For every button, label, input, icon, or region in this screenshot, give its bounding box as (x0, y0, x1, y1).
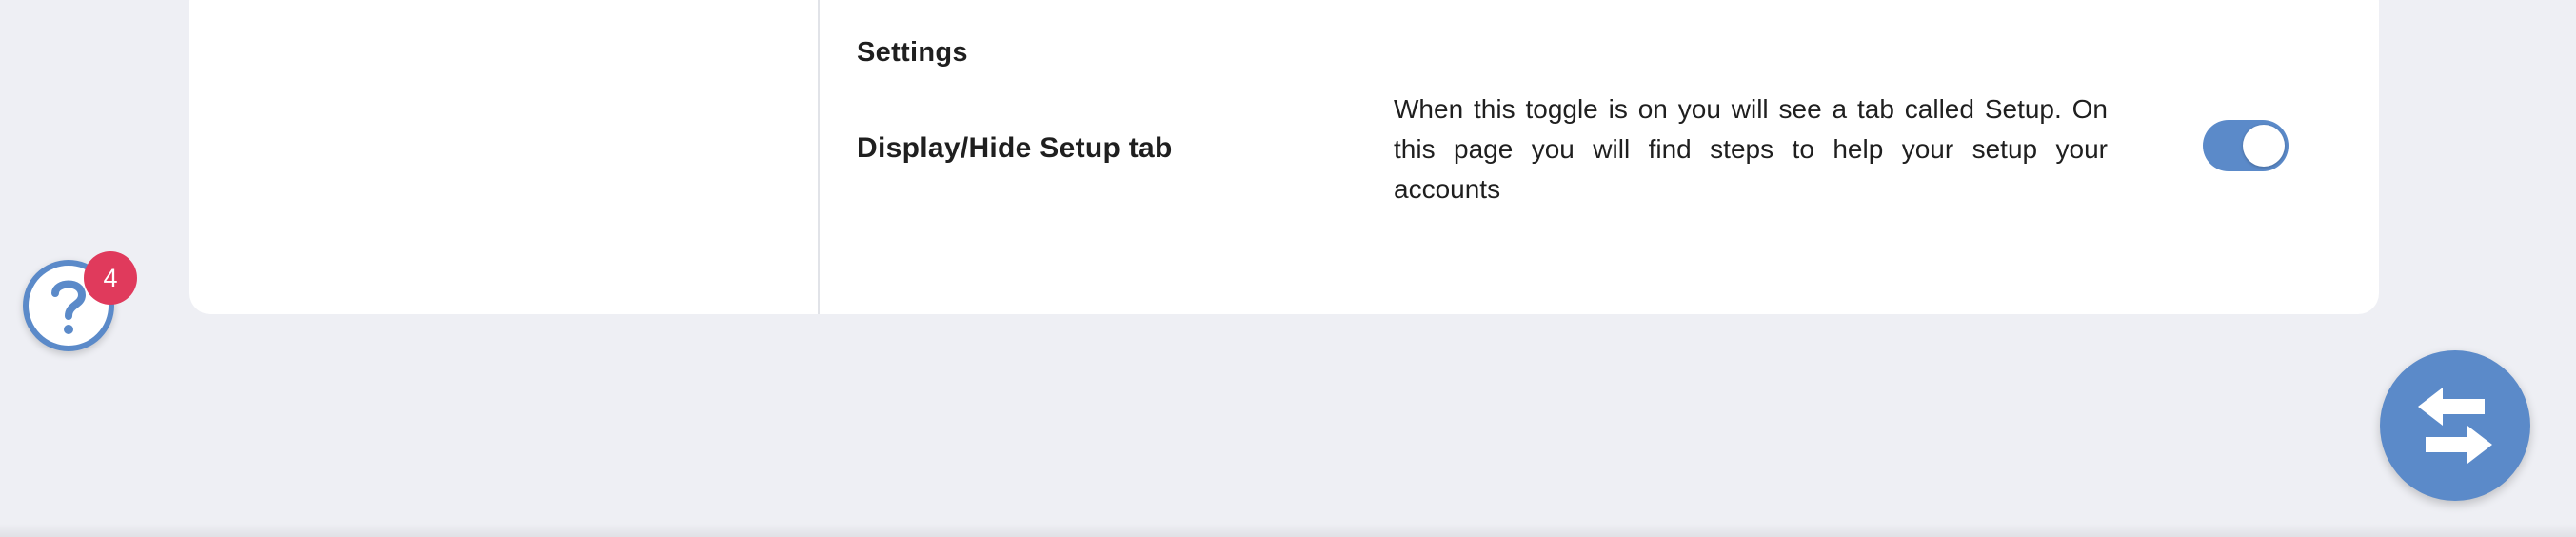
setup-tab-toggle[interactable] (2203, 120, 2289, 171)
bottom-shadow (0, 524, 2576, 537)
settings-sidebar (189, 0, 820, 314)
swap-arrows-icon (2418, 388, 2492, 464)
setup-tab-setting-description: When this toggle is on you will see a ta… (1394, 94, 2108, 204)
toggle-knob (2243, 125, 2285, 167)
section-title: Settings (857, 37, 968, 68)
notification-badge: 4 (84, 251, 137, 305)
swap-button[interactable] (2380, 350, 2530, 501)
settings-card: Settings Display/Hide Setup tab When thi… (189, 0, 2379, 314)
page: Settings Display/Hide Setup tab When thi… (0, 0, 2576, 537)
setup-tab-setting-label: Display/Hide Setup tab (857, 132, 1173, 164)
settings-content: Settings Display/Hide Setup tab When thi… (820, 0, 2379, 314)
